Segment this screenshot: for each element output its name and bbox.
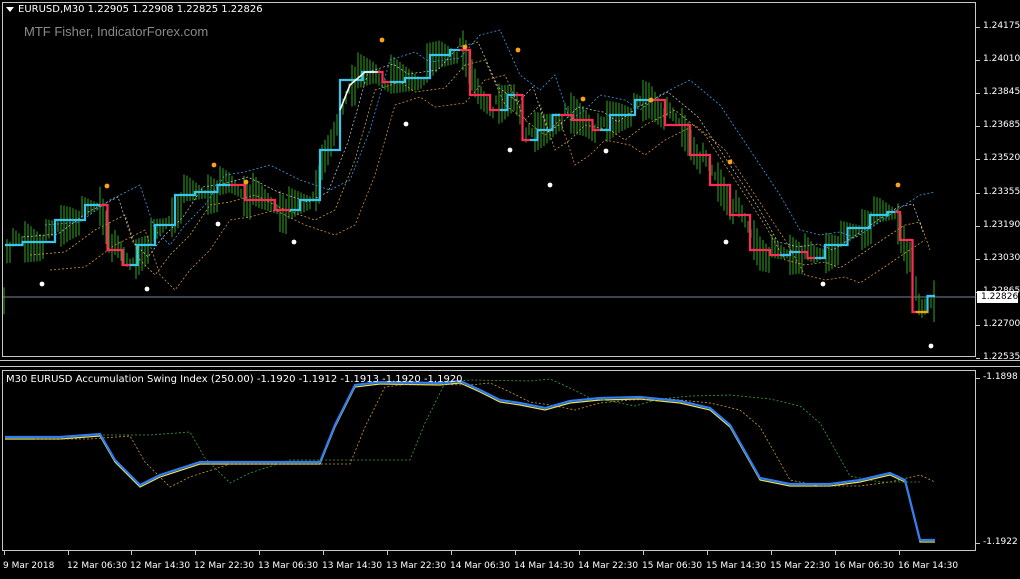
current-price-label: 1.22826	[977, 291, 1018, 303]
swing-high-dot	[211, 162, 217, 168]
fisher-step-segment	[420, 53, 440, 80]
swing-low-dot	[723, 239, 729, 245]
asi-main-line	[5, 379, 935, 542]
swing-low-dot	[820, 281, 826, 287]
time-tick	[899, 551, 900, 555]
indicator-header: M30 EURUSD Accumulation Swing Index (250…	[6, 374, 463, 385]
time-tick-label: 13 Mar 22:30	[386, 561, 447, 571]
time-tick-label: 15 Mar 06:30	[642, 561, 703, 571]
price-tick-label: 1.22535	[983, 352, 1020, 362]
time-tick	[387, 551, 388, 555]
time-tick-label: 9 Mar 2018	[3, 561, 55, 571]
time-tick	[4, 551, 5, 555]
price-tick-label: 1.23845	[983, 87, 1020, 98]
price-tick	[976, 93, 980, 95]
fisher-step-segment	[480, 93, 500, 112]
time-tick-label: 12 Mar 14:30	[130, 561, 191, 571]
fisher-step-segment	[115, 248, 130, 267]
swing-high-dot	[462, 44, 468, 50]
price-tick	[976, 358, 980, 359]
price-tick-label: 1.23190	[983, 219, 1020, 230]
time-tick	[515, 551, 516, 555]
time-tick	[707, 551, 708, 555]
time-tick-label: 12 Mar 22:30	[194, 561, 255, 571]
swing-high-dot	[104, 183, 110, 189]
time-tick-label: 14 Mar 06:30	[450, 561, 511, 571]
indicator-tick-label: -1.1898	[983, 372, 1018, 382]
symbol-header-text: EURUSD,M30 1.22905 1.22908 1.22825 1.228…	[18, 4, 263, 15]
price-tick	[976, 126, 980, 128]
swing-low-dot	[39, 281, 45, 287]
time-tick	[68, 551, 69, 555]
swing-low-dot	[144, 286, 150, 292]
price-tick-label: 1.24175	[983, 21, 1020, 31]
price-tick	[976, 324, 980, 326]
fisher-step-segment	[880, 210, 895, 217]
fisher-step-segment	[130, 243, 145, 267]
price-tick-label: 1.23030	[983, 252, 1020, 263]
trail-line-gold	[29, 59, 931, 276]
time-tick	[579, 551, 580, 555]
swing-low-dot	[403, 121, 409, 127]
chart-canvas	[3, 29, 976, 543]
swing-high-dot	[895, 182, 901, 188]
time-tick	[643, 551, 644, 555]
fisher-step-segment	[70, 203, 100, 222]
time-tick	[835, 551, 836, 555]
time-tick-label: 14 Mar 14:30	[514, 561, 575, 571]
time-tick-label: 15 Mar 22:30	[770, 561, 831, 571]
price-tick-label: 1.22700	[983, 318, 1020, 329]
fisher-step-segment	[100, 203, 115, 252]
time-tick	[323, 551, 324, 555]
price-tick	[976, 27, 980, 28]
time-tick-label: 13 Mar 14:30	[322, 561, 383, 571]
price-tick	[976, 192, 980, 194]
fisher-step-segment	[560, 113, 585, 122]
fisher-step-segment	[375, 70, 390, 84]
time-tick-label: 16 Mar 14:30	[898, 561, 959, 571]
swing-low-dot	[603, 148, 609, 154]
time-tick	[771, 551, 772, 555]
swing-low-dot	[547, 182, 553, 188]
price-tick	[976, 159, 980, 161]
time-tick	[131, 551, 132, 555]
price-tick	[976, 60, 980, 62]
time-tick	[259, 551, 260, 555]
swing-high-dot	[648, 97, 654, 103]
symbol-header: EURUSD,M30 1.22905 1.22908 1.22825 1.228…	[6, 4, 263, 15]
swing-low-dot	[928, 343, 934, 349]
watermark: MTF Fisher, IndicatorForex.com	[24, 24, 209, 39]
time-tick	[195, 551, 196, 555]
fisher-step-segment	[165, 193, 185, 227]
swing-low-dot	[215, 221, 221, 227]
time-tick-label: 12 Mar 06:30	[67, 561, 128, 571]
fisher-step-segment	[600, 113, 620, 132]
swing-low-dot	[291, 239, 297, 245]
time-tick-label: 16 Mar 06:30	[834, 561, 895, 571]
price-tick-label: 1.23355	[983, 186, 1020, 197]
price-tick-label: 1.23520	[983, 153, 1020, 164]
swing-high-dot	[580, 96, 586, 102]
swing-low-dot	[507, 147, 513, 153]
fisher-step-segment	[780, 250, 800, 257]
indicator-tick	[976, 378, 980, 379]
dropdown-triangle-icon[interactable]	[6, 6, 14, 12]
price-tick	[976, 225, 980, 227]
fisher-step-segment	[720, 183, 740, 217]
time-tick-label: 15 Mar 14:30	[706, 561, 767, 571]
price-tick-label: 1.23685	[983, 120, 1020, 131]
swing-high-dot	[379, 37, 385, 43]
time-tick-label: 14 Mar 22:30	[578, 561, 639, 571]
asi-signal-line	[5, 382, 935, 543]
swing-high-dot	[243, 179, 249, 185]
indicator-tick	[976, 543, 980, 544]
indicator-tick-label: -1.1922	[983, 537, 1018, 547]
price-tick-label: 1.24010	[983, 54, 1020, 65]
time-tick	[451, 551, 452, 555]
swing-high-dot	[515, 47, 521, 53]
swing-high-dot	[727, 159, 733, 165]
time-tick-label: 13 Mar 06:30	[258, 561, 319, 571]
price-tick	[976, 258, 980, 260]
